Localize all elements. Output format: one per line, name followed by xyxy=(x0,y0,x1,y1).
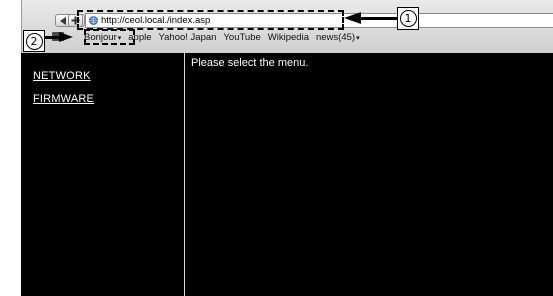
menu-frame: NETWORK FIRMWARE xyxy=(21,53,185,296)
web-page: NETWORK FIRMWARE Please select the menu. xyxy=(21,53,553,296)
url-highlight-box xyxy=(77,10,344,30)
bookmark-wikipedia[interactable]: Wikipedia xyxy=(268,32,309,43)
callout-2: 2 xyxy=(23,30,45,52)
bookmark-news[interactable]: news(45)▾ xyxy=(316,32,360,43)
back-arrow-icon xyxy=(59,16,66,25)
chevron-down-icon: ▾ xyxy=(356,35,360,42)
callout-2-arrow xyxy=(45,36,59,39)
menu-link-network[interactable]: NETWORK xyxy=(33,70,91,82)
callout-number: 2 xyxy=(25,32,43,50)
arrow-left-icon xyxy=(344,12,361,24)
callout-number: 1 xyxy=(399,10,417,27)
bookmark-label: news(45) xyxy=(315,32,356,43)
arrow-right-icon xyxy=(59,32,73,42)
menu-link-firmware[interactable]: FIRMWARE xyxy=(33,93,94,105)
bookmark-youtube[interactable]: YouTube xyxy=(223,32,260,43)
callout-1-arrow xyxy=(361,17,397,20)
callout-1: 1 xyxy=(397,7,419,30)
content-message: Please select the menu. xyxy=(191,57,309,69)
bonjour-highlight-box xyxy=(84,29,135,45)
bookmark-yahoo-japan[interactable]: Yahoo! Japan xyxy=(159,32,217,43)
